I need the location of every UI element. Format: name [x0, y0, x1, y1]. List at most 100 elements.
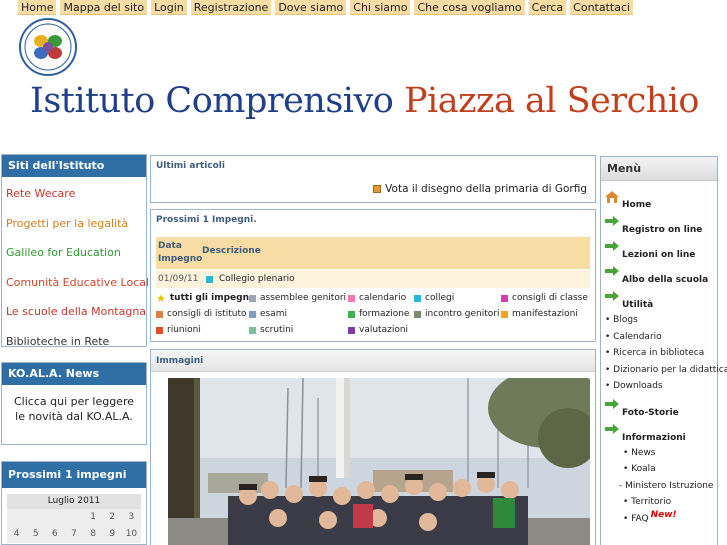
- category-consigli-di-classe[interactable]: consigli di classe: [501, 290, 592, 306]
- nav-chi-siamo[interactable]: Chi siamo: [350, 0, 411, 15]
- category-label: esami: [260, 309, 288, 319]
- calendar-day[interactable]: 3: [122, 509, 141, 526]
- menu-item-label: Home: [622, 200, 652, 210]
- siti-link-galileo-for-education[interactable]: Galileo for Education: [2, 238, 146, 268]
- article-link[interactable]: Vota il disegno della primaria di Gorfig: [373, 183, 587, 195]
- nav-registrazione[interactable]: Registrazione: [190, 0, 272, 15]
- siti-link-comunita-educative-locali[interactable]: Comunità Educative Locali: [2, 268, 152, 298]
- bullet-icon: •: [605, 348, 614, 358]
- menu-item-calendario[interactable]: • Calendario: [605, 329, 717, 346]
- nav-cerca[interactable]: Cerca: [528, 0, 567, 15]
- category-formazione[interactable]: formazione: [348, 306, 414, 322]
- category-label: incontro genitori: [425, 309, 500, 319]
- menu-item-label: Albo della scuola: [622, 275, 709, 285]
- siti-link-rete-wecare[interactable]: Rete Wecare: [2, 179, 146, 209]
- nav-login[interactable]: Login: [151, 0, 187, 15]
- category-manifestazioni[interactable]: manifestazioni: [501, 306, 592, 322]
- menu-item-ministero-istruzione[interactable]: - Ministero Istruzione: [605, 478, 717, 495]
- color-square-icon: [348, 310, 355, 318]
- category-label: formazione: [359, 309, 410, 319]
- siti-link-le-scuole-della-montagna[interactable]: Le scuole della Montagna: [2, 297, 146, 327]
- nav-dove-siamo[interactable]: Dove siamo: [275, 0, 347, 15]
- menu-item-label: Informazioni: [622, 432, 686, 443]
- col-date-header-line2: Impegno: [158, 254, 203, 264]
- bullet-icon: •: [605, 364, 614, 375]
- menu-item-koala[interactable]: • Koala: [605, 461, 717, 478]
- category-scrutini[interactable]: scrutini: [249, 322, 348, 338]
- menu-item-news[interactable]: • News: [605, 445, 717, 462]
- koala-news-box: KO.AL.A. News Clicca qui per leggere le …: [1, 362, 147, 445]
- article-title: Vota il disegno della primaria di Gorfig: [385, 183, 587, 195]
- nav-che-cosa-vogliamo[interactable]: Che cosa vogliamo: [414, 0, 525, 15]
- menu-item-utilita[interactable]: Utilità: [605, 287, 717, 312]
- category-valutazioni[interactable]: valutazioni: [348, 322, 414, 338]
- calendar-day[interactable]: 8: [84, 526, 103, 543]
- category-calendario[interactable]: calendario: [348, 290, 414, 306]
- category-incontro-genitori[interactable]: incontro genitori: [414, 306, 501, 322]
- category-label: consigli di istituto: [167, 309, 247, 319]
- group-photo[interactable]: [168, 378, 590, 545]
- calendar-day[interactable]: 5: [26, 526, 45, 543]
- calendar-week: 123: [7, 509, 141, 526]
- events-table: Data Impegno Descrizione 01/09/11 Colleg…: [156, 237, 590, 288]
- menu-item-label: Lezioni on line: [622, 250, 696, 260]
- calendar-day[interactable]: 2: [103, 509, 122, 526]
- star-icon: ★: [156, 291, 166, 305]
- menu-item-home[interactable]: Home: [605, 187, 717, 212]
- bullet-icon: •: [623, 497, 632, 507]
- menu-item-dizionario-per-la-didattica[interactable]: • Dizionario per la didattica: [605, 362, 727, 379]
- koala-news-link[interactable]: Clicca qui per leggere le novità dal KO.…: [2, 385, 146, 424]
- nav-mappa-del-sito[interactable]: Mappa del sito: [60, 0, 148, 15]
- menu-item-label: Utilità: [622, 300, 654, 310]
- menu-item-label: FAQ: [631, 513, 649, 524]
- menu-item-territorio[interactable]: • Territorio: [605, 494, 717, 511]
- school-logo[interactable]: [17, 17, 79, 77]
- calendar-day[interactable]: 7: [64, 526, 83, 543]
- menu-item-foto-storie[interactable]: Foto-Storie: [605, 395, 717, 420]
- nav-home[interactable]: Home: [18, 0, 57, 15]
- menu-item-ricerca-in-biblioteca[interactable]: • Ricerca in biblioteca: [605, 345, 717, 362]
- menu-item-downloads[interactable]: • Downloads: [605, 378, 717, 395]
- calendar-day[interactable]: 6: [45, 526, 64, 543]
- color-square-icon: [249, 294, 256, 302]
- color-square-icon: [348, 294, 355, 302]
- color-square-icon: [156, 310, 163, 318]
- menu-box: Menù Home Registro on line Lezioni on line…: [600, 156, 727, 545]
- calendar-day[interactable]: 4: [7, 526, 26, 543]
- category-riunioni[interactable]: riunioni: [156, 322, 249, 338]
- menu-item-blogs[interactable]: • Blogs: [605, 312, 717, 329]
- category-label: calendario: [359, 293, 407, 303]
- category-assemblee-genitori[interactable]: assemblee genitori: [249, 290, 348, 306]
- menu-item-informazioni[interactable]: Informazioni: [605, 420, 717, 445]
- table-row[interactable]: 01/09/11 Collegio plenario: [156, 270, 590, 288]
- calendar-day[interactable]: 10: [122, 526, 141, 543]
- bullet-icon: •: [605, 381, 614, 391]
- category-label: tutti gli impegni: [169, 293, 249, 303]
- menu-item-registro-on-line[interactable]: Registro on line: [605, 212, 717, 237]
- nav-contattaci[interactable]: Contattaci: [570, 0, 634, 15]
- immagini-box: Immagini: [150, 349, 596, 545]
- menu-item-faq[interactable]: • FAQ New!: [605, 510, 717, 528]
- site-title: Istituto Comprensivo Piazza al Serchio: [30, 78, 700, 124]
- siti-link-progetti-per-la-legalita[interactable]: Progetti per la legalità: [2, 209, 146, 239]
- category-consigli-di-istituto[interactable]: consigli di istituto: [156, 306, 249, 322]
- col-date-header-line1: Data: [158, 241, 182, 251]
- calendar-day[interactable]: 9: [103, 526, 122, 543]
- menu-item-lezioni-on-line[interactable]: Lezioni on line: [605, 237, 717, 262]
- siti-link-biblioteche-in-rete[interactable]: Biblioteche in Rete: [2, 327, 146, 357]
- calendar-rows: 1 2 3 4 5 6 7 8 9 10: [7, 509, 141, 543]
- category-collegi[interactable]: collegi: [414, 290, 501, 306]
- category-tutti-gli-impegni[interactable]: ★ tutti gli impegni: [156, 290, 249, 306]
- bullet-icon: •: [623, 513, 632, 524]
- menu-item-albo-della-scuola[interactable]: Albo della scuola: [605, 262, 717, 287]
- menu-title: Menù: [601, 157, 717, 181]
- calendar-day: [26, 509, 45, 526]
- ultimi-articoli-title: Ultimi articoli: [156, 161, 225, 171]
- calendar-day[interactable]: 1: [84, 509, 103, 526]
- arrow-right-icon: [605, 423, 619, 437]
- arrow-right-icon: [605, 266, 619, 279]
- category-label: collegi: [425, 293, 455, 303]
- col-desc-header: Descrizione: [202, 246, 261, 256]
- category-esami[interactable]: esami: [249, 306, 348, 322]
- calendar-day: [64, 509, 83, 526]
